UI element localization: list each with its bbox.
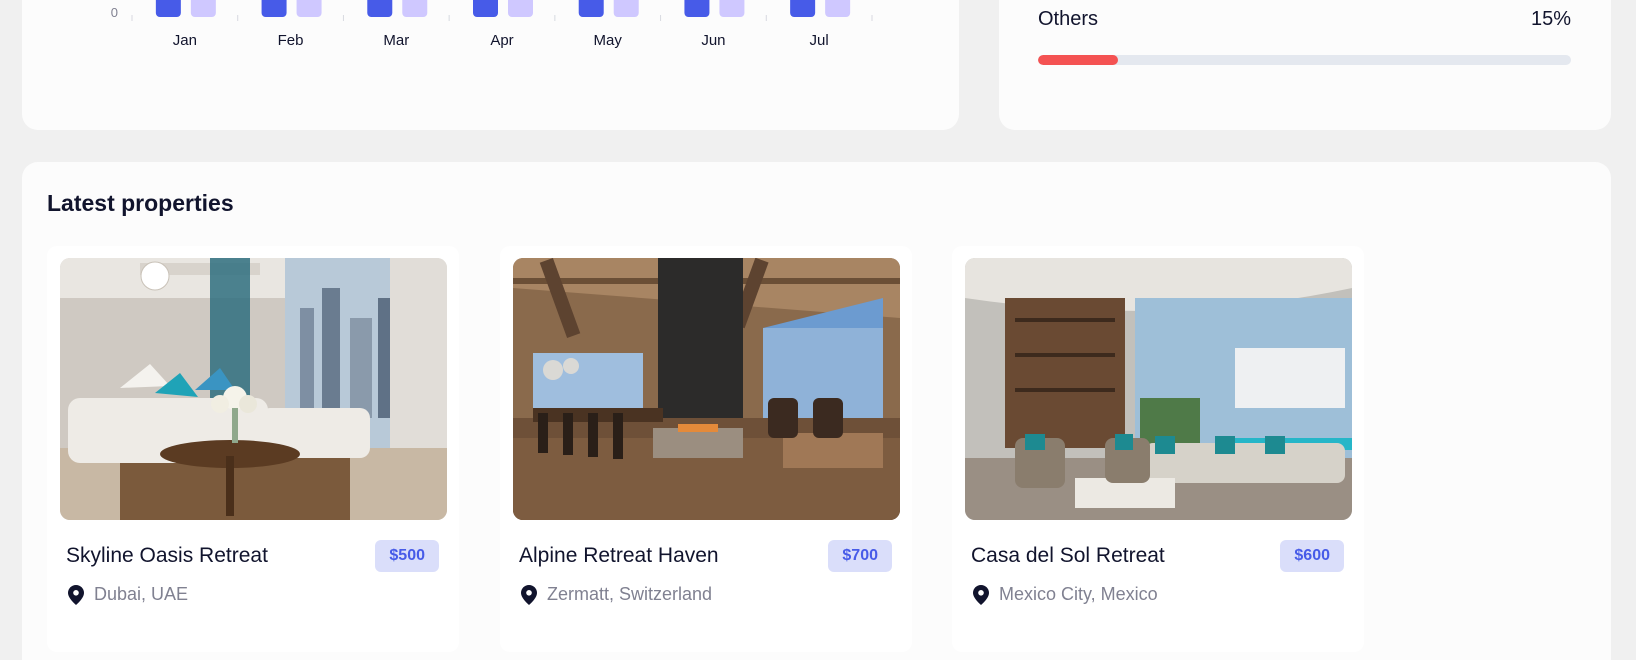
price-badge: $500 bbox=[375, 540, 439, 572]
location-text: Dubai, UAE bbox=[94, 584, 189, 604]
x-tick-label: Jun bbox=[701, 32, 725, 49]
bar-series-2 bbox=[825, 0, 851, 17]
property-photo-living-room[interactable] bbox=[60, 258, 447, 520]
bar-series-2 bbox=[613, 0, 639, 17]
bar-series-2 bbox=[190, 0, 216, 17]
property-name[interactable]: Skyline Oasis Retreat bbox=[66, 544, 268, 568]
breakdown-progress-fill bbox=[1038, 55, 1118, 65]
y-tick-label: 0 bbox=[111, 5, 118, 20]
bar-series-1 bbox=[473, 0, 498, 17]
property-location: Zermatt, Switzerland bbox=[521, 584, 712, 605]
property-name[interactable]: Casa del Sol Retreat bbox=[971, 544, 1165, 568]
location-pin-icon bbox=[973, 584, 989, 605]
x-tick-label: Mar bbox=[383, 32, 409, 49]
x-tick-label: Jul bbox=[810, 32, 829, 49]
property-location: Dubai, UAE bbox=[68, 584, 188, 605]
property-breakdown-card: Others 15% bbox=[999, 0, 1611, 130]
bar-series-2 bbox=[296, 0, 322, 17]
bar-series-1 bbox=[684, 0, 710, 17]
bar-series-2 bbox=[719, 0, 745, 17]
bar-series-1 bbox=[155, 0, 181, 17]
breakdown-row-others: Others 15% bbox=[1038, 8, 1571, 31]
property-card[interactable]: Alpine Retreat Haven $700 Zermatt, Switz… bbox=[500, 246, 912, 652]
breakdown-label: Others bbox=[1038, 8, 1099, 30]
property-card[interactable]: Skyline Oasis Retreat $500 Dubai, UAE bbox=[47, 246, 459, 652]
breakdown-progress-track bbox=[1038, 55, 1571, 65]
property-name[interactable]: Alpine Retreat Haven bbox=[519, 544, 719, 568]
x-tick-label: Jan bbox=[173, 32, 197, 49]
property-card[interactable]: Casa del Sol Retreat $600 Mexico City, M… bbox=[952, 246, 1364, 652]
latest-properties-section: Latest properties Skyline Oasis Retreat … bbox=[22, 162, 1611, 660]
breakdown-value: 15% bbox=[1530, 8, 1571, 30]
bar-series-1 bbox=[367, 0, 393, 17]
price-badge: $600 bbox=[1280, 540, 1344, 572]
property-location: Mexico City, Mexico bbox=[973, 584, 1158, 605]
location-text: Zermatt, Switzerland bbox=[547, 584, 713, 604]
bar-chart: 0 Jan Feb Mar Apr May Jun Jul bbox=[111, 0, 873, 49]
price-badge: $700 bbox=[828, 540, 892, 572]
location-pin-icon bbox=[68, 584, 84, 605]
bar-series-2 bbox=[508, 0, 533, 17]
bar-series-1 bbox=[578, 0, 604, 17]
bar-series-1 bbox=[790, 0, 816, 17]
x-tick-label: May bbox=[594, 32, 623, 49]
x-tick-label: Feb bbox=[278, 32, 304, 49]
property-photo-chalet[interactable] bbox=[513, 258, 900, 520]
x-tick-label: Apr bbox=[490, 32, 513, 49]
revenue-chart-card: 0 Jan Feb Mar Apr May Jun Jul bbox=[22, 0, 959, 130]
location-pin-icon bbox=[521, 584, 537, 605]
section-title: Latest properties bbox=[47, 190, 234, 216]
bar-series-2 bbox=[402, 0, 428, 17]
location-text: Mexico City, Mexico bbox=[999, 584, 1158, 604]
property-photo-lounge[interactable] bbox=[965, 258, 1352, 520]
bar-series-1 bbox=[261, 0, 287, 17]
